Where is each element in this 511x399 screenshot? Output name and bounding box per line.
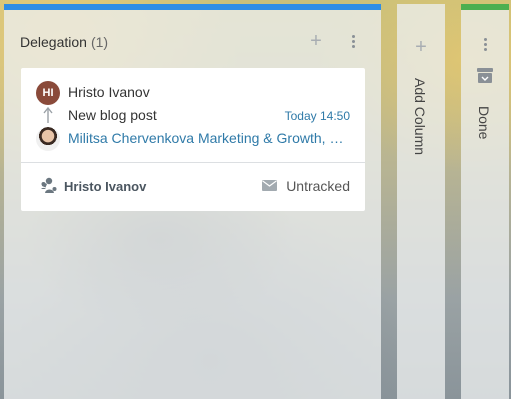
card-author-row: HI Hristo Ivanov <box>36 81 350 105</box>
column-title: Delegation (1) <box>20 34 108 50</box>
task-title[interactable]: New blog post <box>68 107 157 123</box>
column-header: Delegation (1) + <box>20 31 365 56</box>
delegation-column: Delegation (1) + HI Hristo Ivanov New blo… <box>4 4 381 399</box>
archive-icon[interactable] <box>477 68 493 83</box>
team-icon <box>41 177 57 193</box>
done-more-icon[interactable] <box>479 35 491 55</box>
column-more-icon[interactable] <box>347 32 359 52</box>
column-accent-bar <box>4 4 381 10</box>
column-count: (1) <box>90 34 109 50</box>
add-card-plus-icon[interactable]: + <box>307 31 325 51</box>
card-footer: Hristo Ivanov Untracked <box>21 163 365 211</box>
arrow-up-icon <box>43 106 53 123</box>
assignee-link[interactable]: Militsa Chervenkova Marketing & Growth, … <box>68 130 352 146</box>
assignee-avatar[interactable] <box>36 127 60 151</box>
mail-icon <box>262 180 277 191</box>
add-column-plus-icon[interactable]: + <box>412 37 430 57</box>
task-date: Today 14:50 <box>284 109 350 123</box>
tracking-status[interactable]: Untracked <box>286 178 350 194</box>
card-title-row: New blog post Today 14:50 <box>36 105 350 125</box>
done-column-label: Done <box>476 106 492 140</box>
add-column-label: Add Column <box>412 78 428 156</box>
task-card[interactable]: HI Hristo Ivanov New blog post Today 14:… <box>21 68 365 211</box>
column-title-text: Delegation <box>20 34 87 50</box>
footer-owner-name[interactable]: Hristo Ivanov <box>64 179 146 194</box>
card-assignee-row: Militsa Chervenkova Marketing & Growth, … <box>36 127 352 151</box>
add-column-button[interactable]: + Add Column <box>397 4 445 399</box>
author-avatar[interactable]: HI <box>36 81 60 105</box>
author-name[interactable]: Hristo Ivanov <box>68 84 150 100</box>
done-accent-bar <box>461 4 509 10</box>
done-column: Done <box>461 4 509 399</box>
